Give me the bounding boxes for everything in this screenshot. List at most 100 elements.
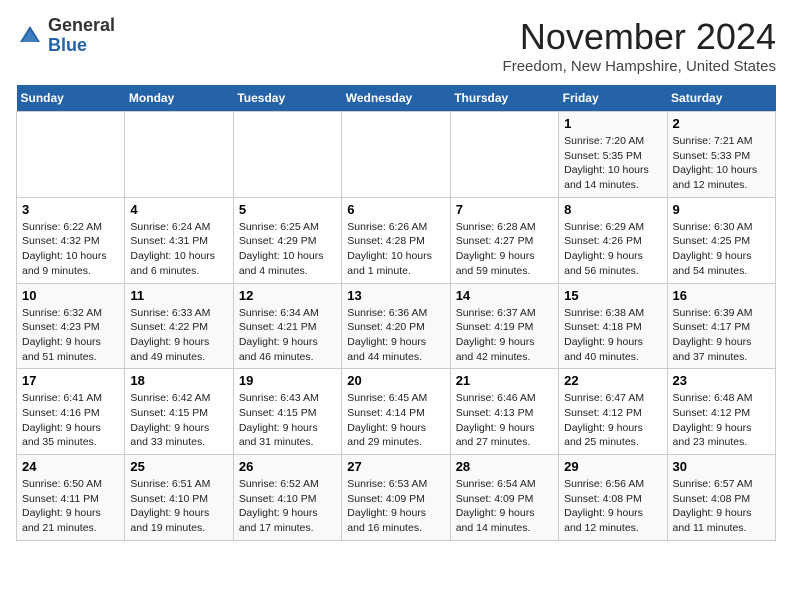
day-info: Sunrise: 6:36 AM Sunset: 4:20 PM Dayligh…	[347, 306, 444, 365]
day-info: Sunrise: 6:54 AM Sunset: 4:09 PM Dayligh…	[456, 477, 553, 536]
calendar-header: SundayMondayTuesdayWednesdayThursdayFrid…	[17, 85, 776, 112]
calendar-cell: 1 Sunrise: 7:20 AM Sunset: 5:35 PM Daylig…	[559, 112, 667, 198]
day-info: Sunrise: 6:50 AM Sunset: 4:11 PM Dayligh…	[22, 477, 119, 536]
calendar-cell: 3 Sunrise: 6:22 AM Sunset: 4:32 PM Daylig…	[17, 197, 125, 283]
calendar-week-row: 3 Sunrise: 6:22 AM Sunset: 4:32 PM Daylig…	[17, 197, 776, 283]
weekday-header: Monday	[125, 85, 233, 112]
location: Freedom, New Hampshire, United States	[503, 58, 776, 75]
day-info: Sunrise: 6:45 AM Sunset: 4:14 PM Dayligh…	[347, 391, 444, 450]
day-info: Sunrise: 6:22 AM Sunset: 4:32 PM Dayligh…	[22, 220, 119, 279]
calendar-cell: 12 Sunrise: 6:34 AM Sunset: 4:21 PM Dayli…	[233, 283, 341, 369]
calendar-cell: 4 Sunrise: 6:24 AM Sunset: 4:31 PM Daylig…	[125, 197, 233, 283]
calendar-cell: 19 Sunrise: 6:43 AM Sunset: 4:15 PM Dayli…	[233, 369, 341, 455]
day-number: 29	[564, 459, 661, 474]
day-number: 24	[22, 459, 119, 474]
day-info: Sunrise: 6:26 AM Sunset: 4:28 PM Dayligh…	[347, 220, 444, 279]
logo: General Blue	[16, 16, 115, 56]
day-info: Sunrise: 6:29 AM Sunset: 4:26 PM Dayligh…	[564, 220, 661, 279]
day-number: 3	[22, 202, 119, 217]
day-info: Sunrise: 6:33 AM Sunset: 4:22 PM Dayligh…	[130, 306, 227, 365]
calendar-cell: 24 Sunrise: 6:50 AM Sunset: 4:11 PM Dayli…	[17, 455, 125, 541]
day-info: Sunrise: 6:56 AM Sunset: 4:08 PM Dayligh…	[564, 477, 661, 536]
day-number: 8	[564, 202, 661, 217]
calendar-cell	[233, 112, 341, 198]
title-area: November 2024 Freedom, New Hampshire, Un…	[503, 16, 776, 75]
calendar-cell	[342, 112, 450, 198]
calendar-cell: 15 Sunrise: 6:38 AM Sunset: 4:18 PM Dayli…	[559, 283, 667, 369]
day-number: 25	[130, 459, 227, 474]
day-number: 15	[564, 288, 661, 303]
calendar-week-row: 24 Sunrise: 6:50 AM Sunset: 4:11 PM Dayli…	[17, 455, 776, 541]
calendar-cell: 25 Sunrise: 6:51 AM Sunset: 4:10 PM Dayli…	[125, 455, 233, 541]
day-info: Sunrise: 6:28 AM Sunset: 4:27 PM Dayligh…	[456, 220, 553, 279]
weekday-header: Sunday	[17, 85, 125, 112]
day-info: Sunrise: 6:52 AM Sunset: 4:10 PM Dayligh…	[239, 477, 336, 536]
day-number: 13	[347, 288, 444, 303]
calendar-cell: 6Sunrise: 6:26 AM Sunset: 4:28 PM Daylig…	[342, 197, 450, 283]
day-info: Sunrise: 6:25 AM Sunset: 4:29 PM Dayligh…	[239, 220, 336, 279]
calendar-cell: 2 Sunrise: 7:21 AM Sunset: 5:33 PM Daylig…	[667, 112, 775, 198]
calendar-cell: 27 Sunrise: 6:53 AM Sunset: 4:09 PM Dayli…	[342, 455, 450, 541]
day-info: Sunrise: 6:51 AM Sunset: 4:10 PM Dayligh…	[130, 477, 227, 536]
day-info: Sunrise: 6:41 AM Sunset: 4:16 PM Dayligh…	[22, 391, 119, 450]
calendar-cell: 23Sunrise: 6:48 AM Sunset: 4:12 PM Dayli…	[667, 369, 775, 455]
day-number: 19	[239, 373, 336, 388]
day-number: 2	[673, 116, 770, 131]
day-info: Sunrise: 6:32 AM Sunset: 4:23 PM Dayligh…	[22, 306, 119, 365]
calendar-cell: 21Sunrise: 6:46 AM Sunset: 4:13 PM Dayli…	[450, 369, 558, 455]
day-info: Sunrise: 6:38 AM Sunset: 4:18 PM Dayligh…	[564, 306, 661, 365]
day-number: 7	[456, 202, 553, 217]
calendar-cell: 13 Sunrise: 6:36 AM Sunset: 4:20 PM Dayli…	[342, 283, 450, 369]
day-info: Sunrise: 6:24 AM Sunset: 4:31 PM Dayligh…	[130, 220, 227, 279]
day-number: 30	[673, 459, 770, 474]
calendar-table: SundayMondayTuesdayWednesdayThursdayFrid…	[16, 85, 776, 541]
day-number: 26	[239, 459, 336, 474]
calendar-cell: 28Sunrise: 6:54 AM Sunset: 4:09 PM Dayli…	[450, 455, 558, 541]
calendar-cell: 5Sunrise: 6:25 AM Sunset: 4:29 PM Daylig…	[233, 197, 341, 283]
calendar-cell: 20 Sunrise: 6:45 AM Sunset: 4:14 PM Dayli…	[342, 369, 450, 455]
calendar-week-row: 17 Sunrise: 6:41 AM Sunset: 4:16 PM Dayli…	[17, 369, 776, 455]
calendar-cell	[450, 112, 558, 198]
day-info: Sunrise: 7:20 AM Sunset: 5:35 PM Dayligh…	[564, 134, 661, 193]
day-number: 20	[347, 373, 444, 388]
calendar-cell: 22 Sunrise: 6:47 AM Sunset: 4:12 PM Dayli…	[559, 369, 667, 455]
calendar-cell: 18 Sunrise: 6:42 AM Sunset: 4:15 PM Dayli…	[125, 369, 233, 455]
weekday-header: Wednesday	[342, 85, 450, 112]
day-info: Sunrise: 6:47 AM Sunset: 4:12 PM Dayligh…	[564, 391, 661, 450]
weekday-header: Friday	[559, 85, 667, 112]
calendar-cell: 10 Sunrise: 6:32 AM Sunset: 4:23 PM Dayli…	[17, 283, 125, 369]
calendar-cell: 7 Sunrise: 6:28 AM Sunset: 4:27 PM Daylig…	[450, 197, 558, 283]
logo-blue-text: Blue	[48, 35, 87, 55]
day-number: 17	[22, 373, 119, 388]
day-number: 10	[22, 288, 119, 303]
day-number: 4	[130, 202, 227, 217]
day-number: 16	[673, 288, 770, 303]
weekday-header: Thursday	[450, 85, 558, 112]
day-number: 22	[564, 373, 661, 388]
calendar-cell: 8 Sunrise: 6:29 AM Sunset: 4:26 PM Daylig…	[559, 197, 667, 283]
day-info: Sunrise: 6:39 AM Sunset: 4:17 PM Dayligh…	[673, 306, 770, 365]
day-info: Sunrise: 6:34 AM Sunset: 4:21 PM Dayligh…	[239, 306, 336, 365]
day-number: 23	[673, 373, 770, 388]
logo-icon	[16, 22, 44, 50]
calendar-cell	[17, 112, 125, 198]
day-number: 9	[673, 202, 770, 217]
calendar-cell: 9Sunrise: 6:30 AM Sunset: 4:25 PM Daylig…	[667, 197, 775, 283]
weekday-header: Saturday	[667, 85, 775, 112]
day-number: 11	[130, 288, 227, 303]
day-number: 12	[239, 288, 336, 303]
day-number: 27	[347, 459, 444, 474]
day-number: 1	[564, 116, 661, 131]
day-number: 18	[130, 373, 227, 388]
day-number: 14	[456, 288, 553, 303]
calendar-week-row: 10 Sunrise: 6:32 AM Sunset: 4:23 PM Dayli…	[17, 283, 776, 369]
day-info: Sunrise: 6:53 AM Sunset: 4:09 PM Dayligh…	[347, 477, 444, 536]
day-info: Sunrise: 7:21 AM Sunset: 5:33 PM Dayligh…	[673, 134, 770, 193]
day-info: Sunrise: 6:42 AM Sunset: 4:15 PM Dayligh…	[130, 391, 227, 450]
day-info: Sunrise: 6:46 AM Sunset: 4:13 PM Dayligh…	[456, 391, 553, 450]
logo-general-text: General	[48, 15, 115, 35]
calendar-cell: 16 Sunrise: 6:39 AM Sunset: 4:17 PM Dayli…	[667, 283, 775, 369]
day-info: Sunrise: 6:43 AM Sunset: 4:15 PM Dayligh…	[239, 391, 336, 450]
weekday-header: Tuesday	[233, 85, 341, 112]
calendar-cell: 11 Sunrise: 6:33 AM Sunset: 4:22 PM Dayli…	[125, 283, 233, 369]
